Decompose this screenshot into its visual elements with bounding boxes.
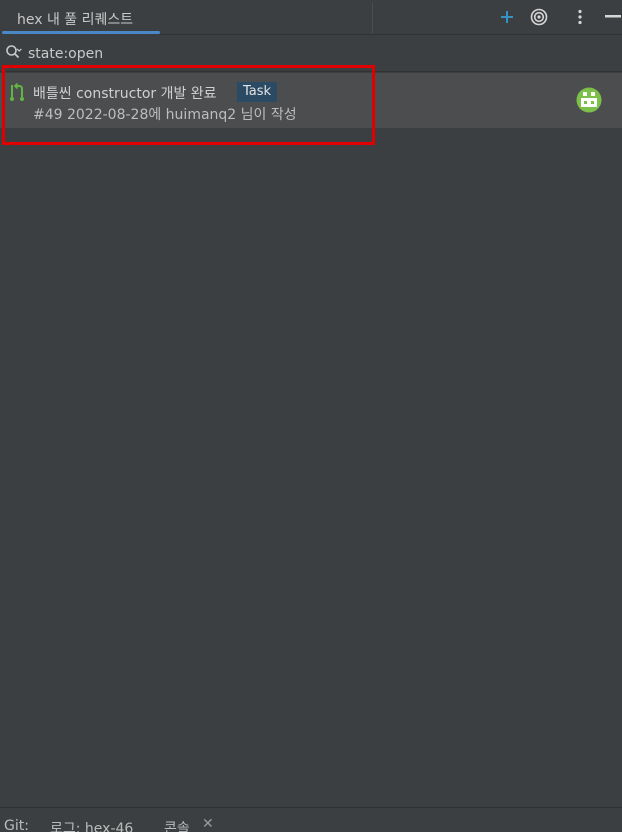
pull-request-title: 배틀씬 constructor 개발 완료 — [33, 86, 217, 102]
pull-request-meta: #49 2022-08-28에 huimanq2 님이 작성 — [33, 107, 297, 123]
more-vertical-icon[interactable] — [569, 6, 591, 28]
git-label: Git: — [4, 818, 29, 832]
avatar-icon — [576, 87, 602, 113]
close-icon[interactable]: ✕ — [202, 816, 214, 832]
tab-log[interactable]: 로그: hex-46 — [50, 818, 133, 832]
search-icon[interactable] — [5, 44, 23, 62]
target-icon[interactable] — [528, 6, 550, 28]
pull-request-label-badge: Task — [237, 82, 278, 102]
tab-my-pull-requests[interactable]: hex 내 풀 리퀘스트 — [0, 0, 160, 35]
pull-requests-tool-window: hex 내 풀 리퀘스트 state:open 배틀씬 constructor … — [0, 0, 622, 832]
pull-request-item[interactable]: 배틀씬 constructor 개발 완료 Task #49 2022-08-2… — [0, 73, 622, 128]
pull-request-icon — [8, 82, 26, 102]
tab-console[interactable]: 콘솔 — [164, 818, 190, 832]
tab-bar: hex 내 풀 리퀘스트 — [0, 0, 622, 35]
tab-separator — [372, 3, 373, 33]
minimize-icon[interactable] — [602, 6, 622, 28]
bottom-tool-bar: Git: 로그: hex-46 콘솔 ✕ — [0, 807, 622, 832]
search-input[interactable] — [28, 44, 588, 64]
tab-label: hex 내 풀 리퀘스트 — [17, 12, 134, 28]
plus-icon[interactable] — [496, 6, 518, 28]
search-bar — [0, 36, 622, 72]
tab-active-indicator — [2, 31, 160, 34]
